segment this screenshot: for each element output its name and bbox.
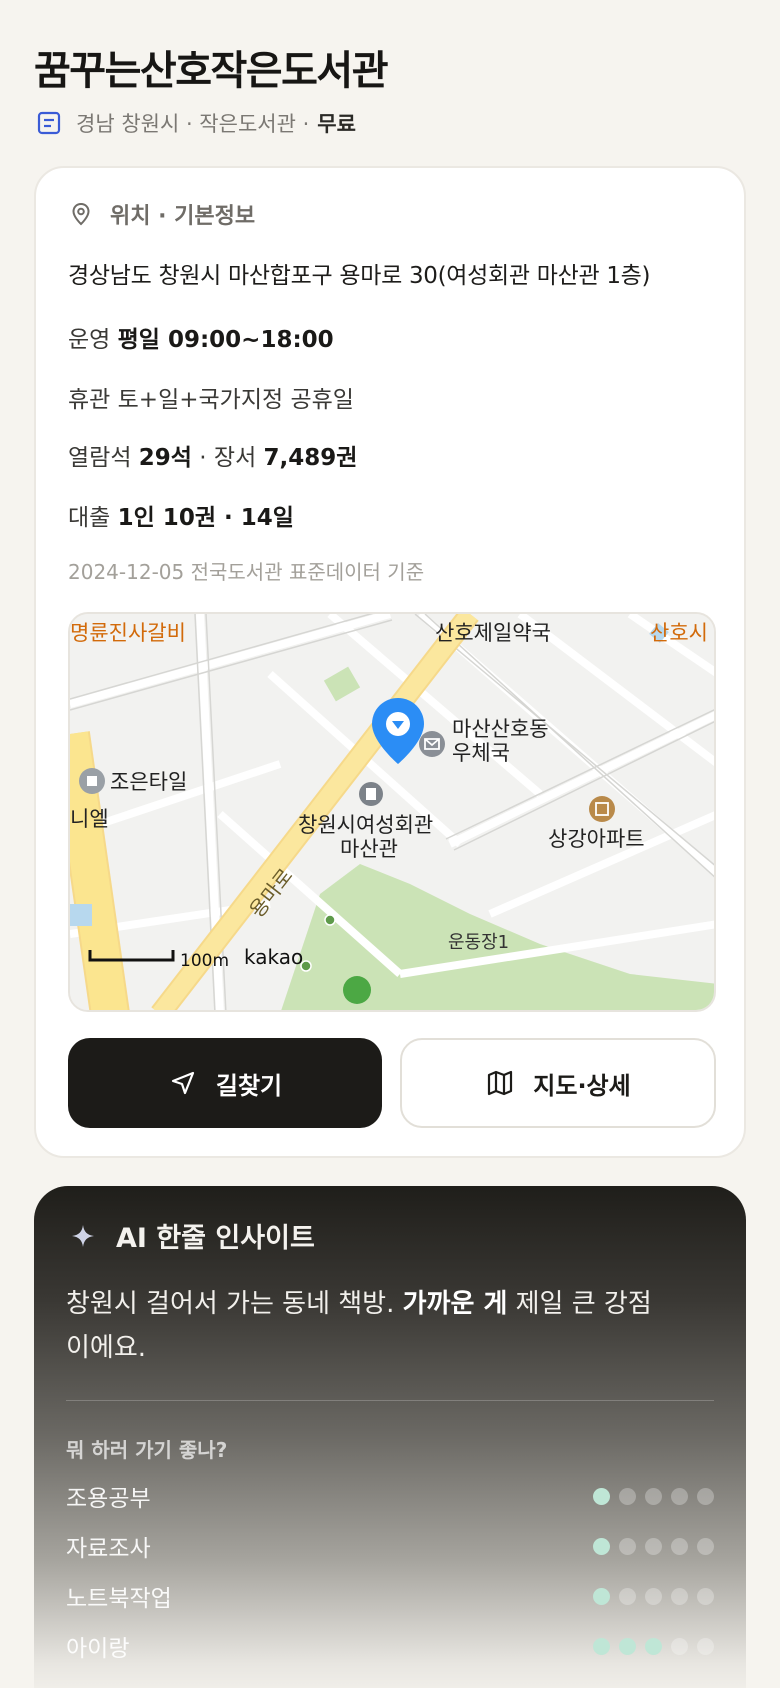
location-map[interactable]: 명륜진사갈비 산호제일약국 산호시 마산산호동 우체국 조은타일 니엘 창원시여… xyxy=(68,612,716,1012)
score-dot-empty xyxy=(645,1587,662,1605)
map-detail-button[interactable]: 지도·상세 xyxy=(400,1038,716,1128)
poi-sanho[interactable]: 산호시 xyxy=(650,621,708,645)
map-icon xyxy=(488,1070,513,1096)
activity-label: 자료조사 xyxy=(66,1536,151,1562)
sparkle-icon xyxy=(72,1224,94,1247)
seats-value: 29석 xyxy=(138,445,192,471)
score-dot-filled xyxy=(593,1537,610,1555)
poi-field[interactable]: 운동장1 xyxy=(448,932,509,953)
score-dot-empty xyxy=(671,1487,688,1505)
hours-value: 평일 09:00~18:00 xyxy=(117,327,334,353)
activity-label: 노트북작업 xyxy=(66,1586,172,1612)
ai-insight-header: AI 한줄 인사이트 xyxy=(70,1216,315,1255)
loan-row: 대출 1인 10권 · 14일 xyxy=(68,498,294,532)
seats-label: 열람석 xyxy=(68,445,132,471)
map-scale-label: 100m xyxy=(180,951,229,971)
map-detail-button-label: 지도·상세 xyxy=(533,1071,631,1100)
hours-label: 운영 xyxy=(68,327,111,353)
score-dot-empty xyxy=(697,1537,714,1555)
score-dot-empty xyxy=(697,1587,714,1605)
closed-value: 토+일+국가지정 공휴일 xyxy=(117,387,354,413)
closed-label: 휴관 xyxy=(68,387,111,413)
building-icon xyxy=(366,788,376,800)
score-dot-empty xyxy=(619,1537,636,1555)
library-map-label-2: 마산관 xyxy=(340,837,398,861)
books-value: 7,489권 xyxy=(263,445,358,471)
score-dot-empty xyxy=(697,1637,714,1655)
directions-button[interactable]: 길찾기 xyxy=(68,1038,382,1128)
map-brand-logo: kakao xyxy=(244,945,303,969)
loan-label: 대출 xyxy=(68,505,111,531)
activity-score-dots xyxy=(593,1537,714,1555)
address-text: 경상남도 창원시 마산합포구 용마로 30(여성회관 마산관 1층) xyxy=(68,263,651,289)
closed-row: 휴관 토+일+국가지정 공휴일 xyxy=(68,380,354,414)
poi-tile-label: 조은타일 xyxy=(110,770,187,794)
separator: · xyxy=(199,445,207,471)
info-section-title: 위치 · 기본정보 xyxy=(110,204,256,229)
location-pin-icon xyxy=(72,202,90,226)
poi-tile[interactable]: 조은타일 xyxy=(79,768,187,794)
score-dot-filled xyxy=(593,1637,610,1655)
ai-insight-panel: AI 한줄 인사이트 창원시 걸어서 가는 동네 책방. 가까운 게 제일 큰 … xyxy=(34,1186,746,1688)
divider xyxy=(66,1400,714,1401)
activity-label: 조용공부 xyxy=(66,1486,151,1512)
activity-score-dots xyxy=(593,1487,714,1505)
activity-row: 아이랑 xyxy=(66,1626,714,1666)
score-dot-empty xyxy=(619,1587,636,1605)
loan-value: 1인 10권 · 14일 xyxy=(117,505,294,531)
directions-button-label: 길찾기 xyxy=(215,1071,283,1100)
info-card: 위치 · 기본정보 경상남도 창원시 마산합포구 용마로 30(여성회관 마산관… xyxy=(34,166,746,1158)
score-dot-filled xyxy=(593,1587,610,1605)
ai-insight-title: AI 한줄 인사이트 xyxy=(116,1223,315,1254)
activity-row: 자료조사 xyxy=(66,1526,714,1566)
data-basis-note: 2024-12-05 전국도서관 표준데이터 기준 xyxy=(68,560,425,584)
activity-label: 아이랑 xyxy=(66,1636,130,1662)
ai-insight-text: 창원시 걸어서 가는 동네 책방. 가까운 게 제일 큰 강점이에요. xyxy=(66,1282,666,1370)
score-dot-empty xyxy=(671,1537,688,1555)
seats-books-row: 열람석 29석 · 장서 7,489권 xyxy=(68,438,357,472)
ai-text-highlight: 가까운 게 xyxy=(402,1289,508,1319)
books-label: 장서 xyxy=(213,445,257,471)
score-dot-filled xyxy=(593,1487,610,1505)
score-dot-empty xyxy=(697,1487,714,1505)
activity-row: 노트북작업 xyxy=(66,1576,714,1616)
score-dot-empty xyxy=(619,1487,636,1505)
score-dot-empty xyxy=(645,1487,662,1505)
score-dot-empty xyxy=(671,1587,688,1605)
activity-score-dots xyxy=(593,1587,714,1605)
poi-niel[interactable]: 니엘 xyxy=(70,807,109,831)
activity-question: 뭐 하러 가기 좋나? xyxy=(66,1438,228,1462)
poi-galbi[interactable]: 명륜진사갈비 xyxy=(70,621,186,645)
score-dot-filled xyxy=(645,1637,662,1655)
score-dot-empty xyxy=(645,1537,662,1555)
activity-score-dots xyxy=(593,1637,714,1655)
library-region-type: 경남 창원시 · 작은도서관 · xyxy=(76,112,310,136)
map-canvas[interactable]: 명륜진사갈비 산호제일약국 산호시 마산산호동 우체국 조은타일 니엘 창원시여… xyxy=(70,614,716,1012)
score-dot-empty xyxy=(671,1637,688,1655)
poi-post-label-2: 우체국 xyxy=(452,741,510,765)
library-subline: 경남 창원시 · 작은도서관 · 무료 xyxy=(36,108,356,138)
navigation-arrow-icon xyxy=(171,1071,194,1095)
fee-label: 무료 xyxy=(317,112,356,136)
poi-pharmacy[interactable]: 산호제일약국 xyxy=(435,621,551,645)
poi-apartment-label: 상강아파트 xyxy=(548,827,645,851)
store-icon xyxy=(87,776,97,786)
info-card-header: 위치 · 기본정보 xyxy=(68,198,255,230)
activity-row: 조용공부 xyxy=(66,1476,714,1516)
hours-row: 운영 평일 09:00~18:00 xyxy=(68,320,334,354)
ai-text-part-1: 창원시 걸어서 가는 동네 책방. xyxy=(66,1289,403,1319)
library-map-label-1: 창원시여성회관 xyxy=(298,813,433,837)
page-title: 꿈꾸는산호작은도서관 xyxy=(34,48,389,94)
score-dot-filled xyxy=(619,1637,636,1655)
document-icon xyxy=(37,111,61,135)
poi-post-label-1: 마산산호동 xyxy=(452,717,549,741)
